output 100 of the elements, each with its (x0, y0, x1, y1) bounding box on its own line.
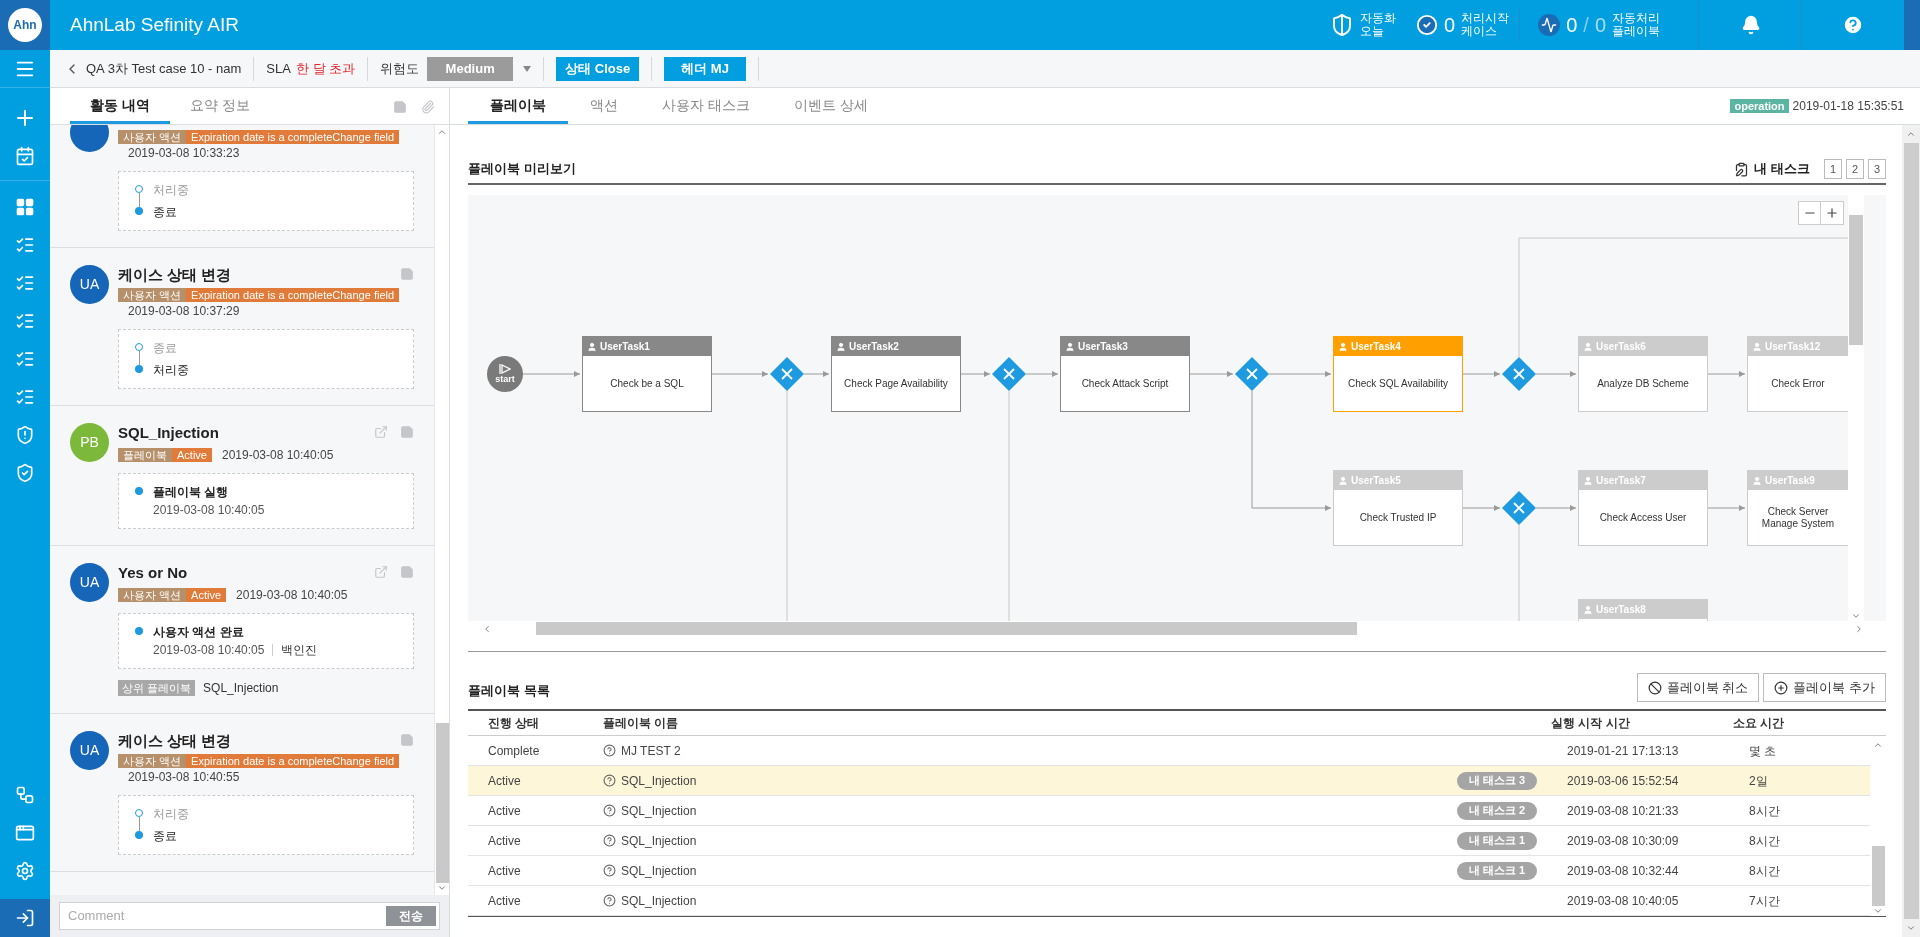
list-icon[interactable] (15, 235, 35, 255)
status-label: 종료 (153, 204, 177, 221)
scrollbar-thumb[interactable] (1871, 846, 1885, 906)
my-task-label: 내 태스크 (1754, 160, 1810, 179)
export-icon[interactable] (374, 565, 388, 579)
plus-circle-icon (1774, 680, 1789, 695)
note-icon[interactable] (400, 267, 414, 281)
settings-icon[interactable] (15, 861, 35, 881)
list-icon[interactable] (15, 349, 35, 369)
connector-arrow (1462, 505, 1501, 511)
run-time: 2019-01-18 15:35:51 (1792, 98, 1904, 115)
table-cell-text: 2019-03-08 10:40:05 (1567, 892, 1680, 910)
avatar-initials: UA (79, 275, 100, 294)
connector-arrow (711, 371, 769, 377)
grid-icon[interactable] (15, 197, 35, 217)
scrollbar-thumb[interactable] (435, 723, 449, 883)
shield-check-icon[interactable] (15, 463, 35, 483)
user-icon (1338, 475, 1348, 486)
notification-bell-icon[interactable] (1740, 15, 1761, 35)
export-icon[interactable] (374, 425, 388, 439)
content-tab[interactable]: 사용자 태스크 (640, 89, 772, 124)
table-cell-text: MJ TEST 2 (621, 742, 681, 760)
column-header: 소요 시간 (1733, 715, 1786, 732)
scroll-down-icon[interactable] (1873, 906, 1883, 916)
activity-title: 케이스 상태 변경 (118, 731, 232, 751)
stat-value: 0 (1566, 13, 1578, 38)
gateway-node[interactable] (1235, 357, 1269, 391)
content-tab[interactable]: 이벤트 상세 (771, 89, 890, 124)
scroll-up-icon[interactable] (1906, 129, 1916, 139)
gateway-node[interactable] (1502, 491, 1536, 525)
app-title: AhnLab Sefinity AIR (70, 12, 239, 37)
check-circle-icon (1416, 14, 1439, 36)
section-title: 플레이북 미리보기 (468, 160, 576, 179)
stat-total: 0 (1594, 13, 1606, 38)
task-node[interactable]: UserTask3 Check Attack Script (1060, 336, 1190, 412)
task-text: Check Access User (1599, 511, 1687, 524)
paperclip-icon[interactable] (421, 100, 435, 114)
logo[interactable]: Ahn (8, 8, 42, 42)
cancel-playbook-button[interactable]: 플레이북 취소 (1636, 673, 1760, 702)
user-icon (1583, 475, 1593, 486)
list-icon[interactable] (15, 311, 35, 331)
code-window-icon[interactable] (15, 823, 35, 843)
task-node[interactable]: UserTask4 Check SQL Availability (1333, 336, 1463, 412)
page-button[interactable]: 1 (1824, 159, 1842, 179)
table-cell-text: SQL_Injection (621, 772, 697, 790)
status-time: 2019-03-08 10:40:05 (153, 642, 265, 659)
add-playbook-button[interactable]: 플레이북 추가 (1763, 673, 1886, 702)
task-edit-icon (1734, 161, 1750, 177)
scrollbar-thumb[interactable] (1903, 143, 1919, 919)
start-node[interactable]: start (487, 356, 523, 392)
scroll-up-icon[interactable] (1873, 740, 1883, 750)
note-icon[interactable] (400, 565, 414, 579)
activity-tag: 사용자 액션 (118, 130, 187, 144)
connector-arrow (803, 371, 830, 377)
shield-list-icon[interactable] (15, 425, 35, 445)
list-icon[interactable] (15, 387, 35, 407)
status-label: 사용자 액션 완료 (153, 624, 245, 641)
calendar-icon[interactable] (15, 146, 35, 166)
table-row[interactable]: Active SQL_Injection 내 태스크 3 2019-03-06 15:52:54 2일 (468, 766, 1870, 796)
scroll-down-icon[interactable] (437, 883, 447, 893)
network-icon[interactable] (15, 785, 35, 805)
content-tab[interactable]: 액션 (568, 89, 640, 124)
connector-arrow (1462, 371, 1501, 377)
activity-title: 케이스 상태 변경 (118, 265, 232, 285)
table-cell-text: Active (487, 832, 522, 850)
task-node[interactable]: UserTask1 Check be a SQL (582, 336, 712, 412)
list-icon[interactable] (15, 273, 35, 293)
table-cell-text: Active (487, 802, 522, 820)
scroll-left-icon[interactable] (482, 623, 492, 634)
note-icon[interactable] (400, 425, 414, 439)
scroll-right-icon[interactable] (1854, 623, 1864, 634)
help-icon (603, 804, 616, 817)
activity-title: Yes or No (118, 563, 188, 583)
task-name: UserTask2 (849, 340, 899, 354)
user-icon (1065, 341, 1075, 352)
page-button[interactable]: 2 (1846, 159, 1864, 179)
help-icon[interactable] (1842, 14, 1864, 36)
note-icon[interactable] (400, 733, 414, 747)
activity-tag: Active (172, 448, 212, 462)
task-node[interactable]: UserTask2 Check Page Availability (831, 336, 961, 412)
stat-value: 0 (1444, 13, 1456, 38)
scrollbar-thumb[interactable] (1849, 215, 1863, 345)
panel-tab[interactable]: 요약 정보 (170, 89, 270, 124)
gateway-node[interactable] (1502, 357, 1536, 391)
scroll-down-icon[interactable] (1851, 611, 1861, 621)
logout-icon[interactable] (15, 908, 35, 928)
scrollbar-thumb[interactable] (536, 622, 1357, 635)
help-icon (603, 744, 616, 757)
note-icon[interactable] (393, 100, 407, 114)
activity-title: SQL_Injection (118, 423, 219, 443)
sla-value: 한 달 초과 (295, 59, 356, 78)
column-header: 실행 시작 시간 (1551, 715, 1631, 732)
page-button[interactable]: 3 (1868, 159, 1886, 179)
gateway-node[interactable] (770, 357, 804, 391)
content-tab[interactable]: 플레이북 (468, 89, 568, 124)
caret-icon[interactable] (523, 65, 532, 72)
connector-arrow (1268, 371, 1332, 377)
gateway-node[interactable] (992, 357, 1026, 391)
scroll-up-icon[interactable] (437, 127, 447, 137)
scroll-down-icon[interactable] (1906, 923, 1916, 933)
